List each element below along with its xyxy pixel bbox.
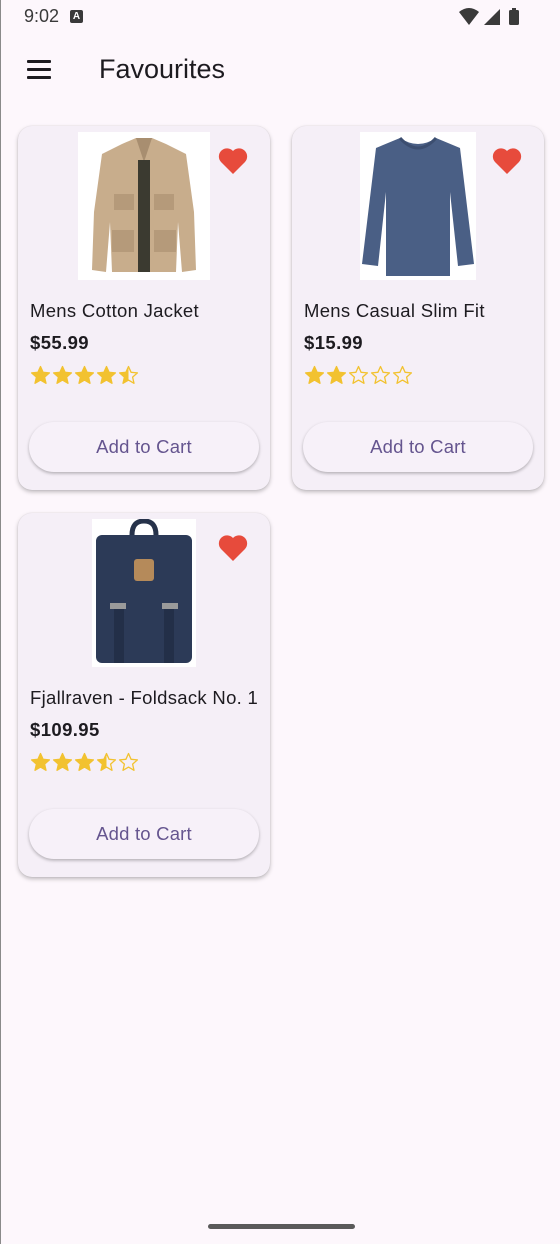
battery-icon: [509, 8, 519, 25]
hamburger-menu-icon[interactable]: [19, 52, 59, 88]
star-full-icon: [52, 752, 73, 771]
star-half-icon: [96, 752, 117, 771]
star-empty-icon: [370, 365, 391, 384]
home-indicator[interactable]: [208, 1224, 355, 1229]
star-full-icon: [304, 365, 325, 384]
star-full-icon: [96, 365, 117, 384]
star-full-icon: [30, 365, 51, 384]
status-time: 9:02: [24, 6, 60, 26]
favourite-heart-icon[interactable]: [218, 147, 248, 175]
product-title: Fjallraven - Foldsack No. 1: [30, 687, 259, 708]
star-full-icon: [30, 752, 51, 771]
product-image-jacket: [78, 132, 210, 280]
add-to-cart-button[interactable]: Add to Cart: [303, 422, 533, 472]
star-empty-icon: [348, 365, 369, 384]
product-card[interactable]: Mens Casual Slim Fit $15.99 Add to Cart: [292, 126, 544, 490]
product-title: Mens Cotton Jacket: [30, 300, 199, 321]
star-empty-icon: [118, 752, 139, 771]
rating-stars: [30, 752, 139, 773]
product-price: $15.99: [304, 332, 363, 353]
add-to-cart-button[interactable]: Add to Cart: [29, 422, 259, 472]
product-image-shirt: [360, 132, 476, 280]
product-price: $55.99: [30, 332, 89, 353]
cellular-signal-icon: [484, 9, 500, 25]
star-half-icon: [118, 365, 139, 384]
status-icons: [458, 7, 522, 32]
star-full-icon: [326, 365, 347, 384]
product-image-backpack: [92, 518, 196, 667]
product-price: $109.95: [30, 719, 100, 740]
product-card[interactable]: Mens Cotton Jacket $55.99 Add to Cart: [18, 126, 270, 490]
star-full-icon: [74, 752, 95, 771]
star-full-icon: [52, 365, 73, 384]
wifi-icon: [459, 8, 479, 25]
rating-stars: [304, 365, 413, 386]
add-to-cart-button[interactable]: Add to Cart: [29, 809, 259, 859]
product-title: Mens Casual Slim Fit: [304, 300, 485, 321]
star-full-icon: [74, 365, 95, 384]
star-empty-icon: [392, 365, 413, 384]
product-card[interactable]: Fjallraven - Foldsack No. 1 $109.95 Add …: [18, 513, 270, 877]
app-bar: Favourites: [1, 40, 560, 100]
favourite-heart-icon[interactable]: [218, 534, 248, 562]
rating-stars: [30, 365, 139, 386]
page-title: Favourites: [99, 54, 226, 84]
notification-badge: A: [70, 10, 83, 23]
favourite-heart-icon[interactable]: [492, 147, 522, 175]
status-bar: 9:02 A: [1, 0, 560, 34]
